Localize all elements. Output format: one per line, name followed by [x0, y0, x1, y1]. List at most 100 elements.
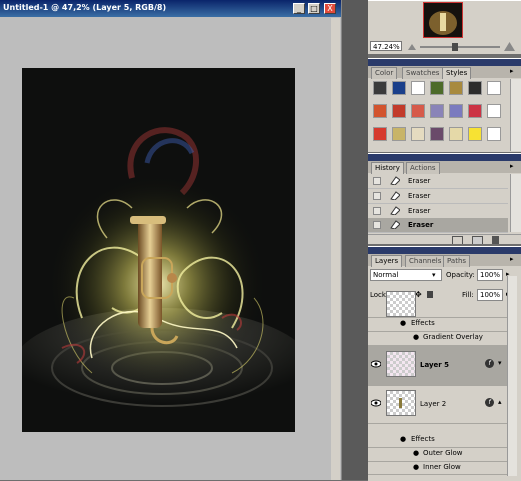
style-swatch[interactable] — [468, 81, 482, 95]
zoom-in-icon[interactable] — [504, 42, 515, 51]
style-swatch[interactable] — [411, 104, 425, 118]
style-swatch[interactable] — [392, 104, 406, 118]
new-document-from-state-icon[interactable] — [452, 236, 463, 244]
chevron-up-icon[interactable]: ▴ — [498, 398, 502, 406]
effect-outer-glow-row[interactable]: ● Outer Glow — [368, 447, 508, 462]
history-item-label: Eraser — [408, 221, 434, 229]
navigator-panel: 47.24% — [368, 0, 521, 54]
history-snapshot-box[interactable] — [373, 207, 381, 215]
zoom-field[interactable]: 47.24% — [370, 41, 402, 51]
eye-icon[interactable]: ● — [400, 319, 406, 327]
eye-icon[interactable]: ● — [413, 333, 419, 341]
effects-label: Effects — [411, 319, 435, 327]
tab-styles[interactable]: Styles — [442, 67, 472, 79]
style-swatch[interactable] — [468, 104, 482, 118]
style-swatch[interactable] — [430, 127, 444, 141]
history-item-selected[interactable]: Eraser — [368, 218, 508, 233]
fx-icon[interactable]: f — [485, 398, 494, 407]
layers-scrollbar[interactable] — [507, 276, 517, 476]
history-item[interactable]: Eraser — [368, 204, 508, 219]
style-swatch[interactable] — [449, 81, 463, 95]
styles-panel-header[interactable] — [368, 59, 521, 66]
tab-swatches[interactable]: Swatches — [402, 67, 444, 79]
style-swatch[interactable] — [392, 127, 406, 141]
eye-icon[interactable] — [371, 399, 381, 407]
style-swatch[interactable] — [373, 104, 387, 118]
eye-icon[interactable] — [371, 360, 381, 368]
eye-icon[interactable]: ● — [413, 449, 419, 457]
tab-history[interactable]: History — [371, 162, 404, 174]
fx-icon[interactable]: f — [485, 359, 494, 368]
style-swatch[interactable] — [449, 104, 463, 118]
zoom-slider[interactable] — [420, 46, 500, 48]
effect-gradient-overlay-row[interactable]: ● Gradient Overlay — [368, 331, 508, 346]
eraser-icon — [390, 206, 400, 215]
effect-inner-glow-row[interactable]: ● Inner Glow — [368, 461, 508, 475]
minimize-button[interactable]: _ — [293, 3, 305, 14]
lock-all-icon[interactable] — [427, 291, 433, 298]
history-item[interactable]: Eraser — [368, 174, 508, 189]
history-brush-source-icon[interactable] — [373, 221, 381, 229]
fill-field[interactable]: 100% — [477, 289, 503, 301]
tab-paths[interactable]: Paths — [443, 255, 471, 267]
history-item-label: Eraser — [408, 177, 431, 185]
style-swatch[interactable] — [392, 81, 406, 95]
eye-icon[interactable]: ● — [413, 463, 419, 471]
chevron-down-icon[interactable]: ▾ — [498, 359, 502, 367]
style-swatch[interactable] — [411, 81, 425, 95]
document-title: Untitled-1 @ 47,2% (Layer 5, RGB/8) — [3, 3, 167, 12]
style-swatch[interactable] — [468, 127, 482, 141]
history-panel-header[interactable] — [368, 154, 521, 161]
style-swatch[interactable] — [487, 104, 501, 118]
tab-color[interactable]: Color — [371, 67, 398, 79]
gradient-overlay-label: Gradient Overlay — [423, 333, 483, 341]
image-canvas[interactable] — [22, 68, 295, 432]
layers-panel: Layers Channels Paths ▸ Normal ▾ Opacity… — [368, 246, 521, 481]
zoom-slider-thumb[interactable] — [452, 43, 458, 51]
style-swatch[interactable] — [411, 127, 425, 141]
style-swatch[interactable] — [449, 127, 463, 141]
tab-channels[interactable]: Channels — [405, 255, 446, 267]
style-swatch[interactable] — [430, 81, 444, 95]
history-scrollbar[interactable] — [510, 174, 521, 232]
style-swatch[interactable] — [373, 81, 387, 95]
layer-row-layer2[interactable]: Layer 2 f ▴ — [368, 385, 508, 424]
style-swatch[interactable] — [487, 81, 501, 95]
navigator-preview[interactable] — [423, 2, 463, 38]
history-item[interactable]: Eraser — [368, 189, 508, 204]
layer-row-layer5[interactable]: Layer 5 f ▾ — [368, 345, 508, 386]
lock-position-icon[interactable]: ✥ — [415, 291, 422, 299]
eye-icon[interactable]: ● — [400, 435, 406, 443]
new-snapshot-icon[interactable] — [472, 236, 483, 244]
panel-menu-icon[interactable]: ▸ — [510, 163, 517, 170]
style-swatch[interactable] — [487, 127, 501, 141]
workspace-background — [342, 0, 368, 480]
tab-actions[interactable]: Actions — [406, 162, 440, 174]
zoom-out-icon[interactable] — [408, 44, 416, 50]
eraser-icon — [390, 176, 400, 185]
style-swatch[interactable] — [430, 104, 444, 118]
tab-layers[interactable]: Layers — [371, 255, 403, 267]
effects-row[interactable]: ● Effects — [368, 433, 508, 448]
document-title-bar[interactable]: Untitled-1 @ 47,2% (Layer 5, RGB/8) _ □ … — [0, 0, 341, 17]
style-swatch[interactable] — [373, 127, 387, 141]
styles-tabs: Color Swatches Styles ▸ — [368, 66, 521, 79]
document-window: Untitled-1 @ 47,2% (Layer 5, RGB/8) _ □ … — [0, 0, 342, 480]
history-snapshot-box[interactable] — [373, 192, 381, 200]
effects-row[interactable]: ● Effects — [368, 317, 508, 332]
layers-panel-header[interactable] — [368, 247, 521, 254]
trash-icon[interactable] — [492, 236, 499, 244]
styles-scrollbar[interactable] — [510, 79, 521, 151]
opacity-field[interactable]: 100% — [477, 269, 503, 281]
navigator-preview-image — [429, 11, 457, 35]
eraser-icon — [390, 191, 400, 200]
history-snapshot-box[interactable] — [373, 177, 381, 185]
chevron-down-icon[interactable]: ▾ — [432, 271, 436, 279]
vertical-scrollbar[interactable] — [331, 18, 340, 480]
close-button[interactable]: X — [324, 3, 336, 14]
outer-glow-label: Outer Glow — [423, 449, 463, 457]
maximize-button[interactable]: □ — [308, 3, 320, 14]
history-tabs: History Actions ▸ — [368, 161, 521, 174]
panel-menu-icon[interactable]: ▸ — [510, 256, 517, 263]
panel-menu-icon[interactable]: ▸ — [510, 68, 517, 75]
